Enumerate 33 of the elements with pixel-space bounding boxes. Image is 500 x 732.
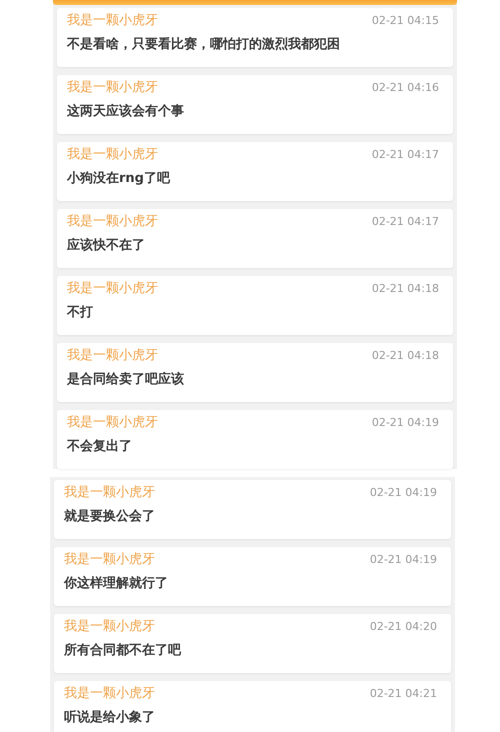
message-time: 02-21 04:19 (370, 486, 437, 498)
message-time: 02-21 04:19 (370, 552, 437, 566)
author-name: 我是一颗小虎牙 (67, 347, 158, 364)
author-name: 我是一颗小虎牙 (64, 484, 155, 501)
message-text: 你这样理解就行了 (64, 576, 169, 592)
message-text: 不打 (67, 305, 94, 321)
message-time: 02-21 04:19 (372, 416, 439, 428)
author-name: 我是一颗小虎牙 (67, 79, 158, 96)
message-text: 不是看啥，只要看比赛，哪怕打的激烈我都犯困 (67, 37, 341, 53)
message-time: 02-21 04:17 (372, 148, 439, 160)
message-time: 02-21 04:16 (372, 80, 439, 94)
author-name: 我是一颗小虎牙 (67, 414, 158, 431)
message-text: 听说是给小象了 (64, 710, 156, 726)
message-time: 02-21 04:20 (370, 620, 437, 632)
message-text: 所有合同都不在了吧 (64, 643, 182, 659)
message-time: 02-21 04:15 (372, 14, 439, 26)
message-text: 这两天应该会有个事 (67, 104, 185, 120)
message-text: 就是要换公会了 (64, 509, 156, 525)
author-name: 我是一颗小虎牙 (64, 685, 155, 702)
message-time: 02-21 04:18 (372, 348, 439, 362)
message-time: 02-21 04:17 (372, 214, 439, 228)
author-name: 我是一颗小虎牙 (67, 280, 158, 297)
message-text: 小狗没在rng了吧 (67, 171, 172, 187)
author-name: 我是一颗小虎牙 (64, 618, 155, 635)
author-name: 我是一颗小虎牙 (67, 12, 158, 29)
message-text: 应该快不在了 (67, 238, 146, 254)
author-name: 我是一颗小虎牙 (64, 551, 155, 568)
message-text: 是合同给卖了吧应该 (67, 372, 185, 388)
message-time: 02-21 04:18 (372, 282, 439, 294)
message-text: 不会复出了 (67, 439, 133, 455)
author-name: 我是一颗小虎牙 (67, 213, 158, 230)
message-time: 02-21 04:21 (370, 686, 437, 700)
author-name: 我是一颗小虎牙 (67, 146, 158, 163)
